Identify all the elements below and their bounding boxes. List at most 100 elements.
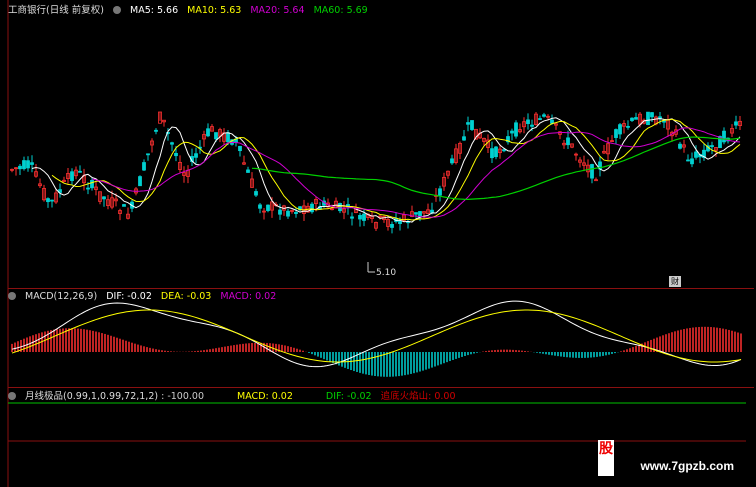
candle [506, 130, 510, 145]
candle [310, 202, 314, 214]
chart-canvas[interactable] [0, 0, 756, 487]
candle [702, 143, 706, 161]
candle [630, 117, 634, 122]
candle [186, 165, 190, 184]
candle [266, 204, 270, 213]
candle [18, 163, 22, 176]
watermark-logo: 股 [598, 440, 614, 476]
candle [662, 119, 666, 128]
candle [518, 123, 522, 134]
candle [150, 138, 154, 153]
candle [370, 211, 374, 223]
candle [70, 168, 74, 185]
candle [138, 175, 142, 187]
candle [454, 143, 458, 165]
candle [238, 145, 242, 157]
candle [362, 208, 366, 227]
candle [158, 111, 162, 124]
candle [526, 113, 530, 130]
candle [38, 178, 42, 188]
candle [282, 204, 286, 216]
candle [562, 140, 566, 149]
indicator-macd-value: MACD: 0.02 [237, 391, 293, 402]
candle [74, 166, 78, 180]
indicator-dif-value: DIF: -0.02 [325, 391, 372, 402]
candle [730, 124, 734, 137]
candle [254, 188, 258, 197]
candle [302, 199, 306, 221]
candle [614, 128, 618, 145]
candle [590, 163, 594, 184]
candle [374, 221, 378, 232]
candle [206, 123, 210, 138]
candle [650, 112, 654, 123]
macd-histogram [11, 326, 742, 377]
dea-line [11, 309, 742, 363]
indicator-flame-value: 追底火焰山: 0.00 [380, 391, 456, 402]
candle [570, 143, 574, 149]
candle [82, 168, 86, 191]
candle [646, 111, 650, 126]
candle [622, 120, 626, 134]
candle [146, 153, 150, 161]
candle [566, 130, 570, 149]
candle [50, 199, 54, 208]
candle [78, 165, 82, 173]
candle [426, 203, 430, 215]
candle [666, 114, 670, 137]
candle [458, 141, 462, 160]
candle [382, 215, 386, 223]
candle [386, 215, 390, 231]
candle [318, 202, 322, 210]
candle [14, 167, 18, 176]
candle [682, 139, 686, 153]
candle [298, 206, 302, 212]
candle [534, 112, 538, 126]
candle [462, 130, 466, 141]
candle [414, 212, 418, 218]
candle [10, 168, 14, 173]
candle [178, 155, 182, 173]
candle [198, 140, 202, 154]
candle [494, 145, 498, 160]
candle [190, 148, 194, 167]
candle [450, 154, 454, 165]
indicator-legend: 月线极品(0.99,1,0.99,72,1,2) : -100.00 MACD:… [8, 390, 461, 403]
macd-lines [11, 300, 742, 368]
candle [94, 181, 98, 196]
candle [250, 172, 254, 188]
candle [46, 197, 50, 208]
indicator-main-value: : -100.00 [161, 391, 204, 402]
candle [102, 196, 106, 207]
candle [554, 123, 558, 130]
candle [30, 155, 34, 173]
candle [466, 116, 470, 132]
candle [42, 184, 46, 202]
candle [538, 115, 542, 121]
candle [170, 141, 174, 152]
candle [122, 203, 126, 207]
candle [290, 209, 294, 214]
candle [606, 137, 610, 161]
ma-line [31, 117, 741, 223]
candle [438, 185, 442, 202]
finance-badge[interactable]: 财 [669, 276, 681, 287]
dea-value: DEA: -0.03 [160, 291, 212, 302]
candle [106, 195, 110, 210]
candle [58, 183, 62, 198]
macd-legend: MACD(12,26,9) DIF: -0.02 DEA: -0.03 MACD… [8, 290, 282, 303]
indicator-settings-dot-icon[interactable] [8, 392, 16, 400]
candle [26, 156, 30, 172]
candle [278, 203, 282, 220]
candle [246, 166, 250, 173]
candle [22, 156, 26, 171]
candle [182, 166, 186, 183]
candle [446, 170, 450, 179]
candle [678, 141, 682, 150]
candle [342, 201, 346, 220]
macd-settings-dot-icon[interactable] [8, 292, 16, 300]
candle [602, 144, 606, 155]
candle [738, 115, 742, 130]
candle [286, 208, 290, 219]
candle [34, 164, 38, 178]
